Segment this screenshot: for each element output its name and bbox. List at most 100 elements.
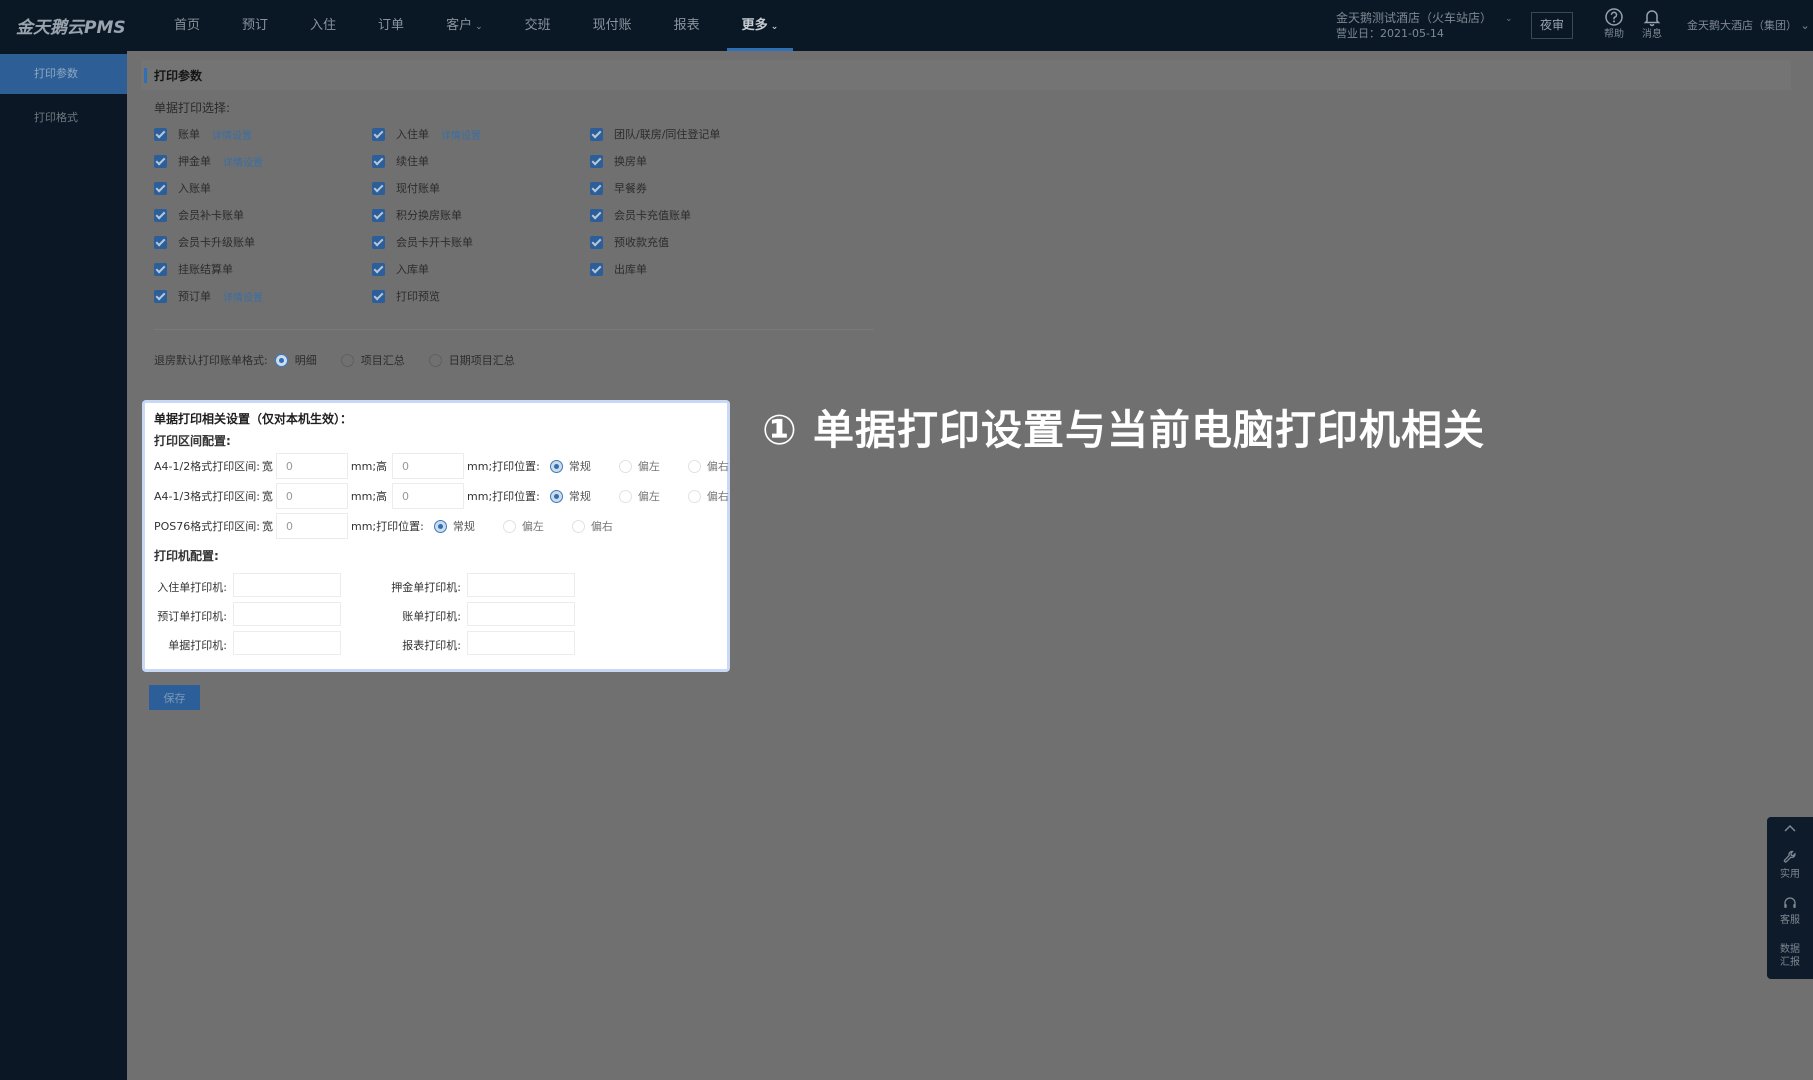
radio-left[interactable] bbox=[618, 459, 632, 473]
checkbox-checked-icon[interactable] bbox=[154, 181, 167, 195]
checkbox-checked-icon[interactable] bbox=[154, 262, 167, 276]
headset-icon bbox=[1784, 897, 1796, 908]
radio-left[interactable] bbox=[502, 519, 516, 533]
checkbox-checked-icon[interactable] bbox=[590, 208, 603, 222]
panel-title: 单据打印相关设置（仅对本机生效）： bbox=[154, 412, 353, 426]
radio-date-item-summary[interactable] bbox=[428, 353, 442, 367]
business-date: 营业日：2021-05-14 bbox=[1336, 27, 1444, 40]
nav-reservation[interactable]: 预订 bbox=[221, 0, 289, 51]
nav-more[interactable]: 更多 ⌄ bbox=[721, 0, 800, 51]
service-button[interactable]: 客服 bbox=[1767, 895, 1813, 926]
reservation-printer-label: 预订单打印机: bbox=[157, 610, 227, 623]
nav-orders[interactable]: 订单 bbox=[357, 0, 425, 51]
checkbox-checked-icon[interactable] bbox=[590, 262, 603, 276]
checkbox-prepaid-recharge[interactable]: 预收款充值 bbox=[590, 234, 669, 250]
radio-right[interactable] bbox=[687, 489, 701, 503]
group-selector[interactable]: 金天鹅大酒店（集团） ⌄ bbox=[1687, 17, 1810, 33]
radio-normal[interactable] bbox=[433, 519, 447, 533]
save-button[interactable]: 保存 bbox=[149, 685, 200, 710]
checkbox-stock-out[interactable]: 出库单 bbox=[590, 261, 647, 277]
a4-third-height-input[interactable] bbox=[392, 483, 465, 509]
radio-normal[interactable] bbox=[549, 489, 563, 503]
checkbox-checked-icon[interactable] bbox=[590, 127, 603, 141]
checkbox-checked-icon[interactable] bbox=[372, 181, 385, 195]
checkbox-member-recharge[interactable]: 会员卡充值账单 bbox=[590, 207, 691, 223]
sidebar: 打印参数 打印格式 bbox=[0, 51, 127, 1080]
checkbox-group-registration[interactable]: 团队/联房/同住登记单 bbox=[590, 126, 720, 142]
deposit-printer-label: 押金单打印机: bbox=[391, 581, 461, 594]
bill-printer-select[interactable] bbox=[467, 602, 575, 626]
nav-customers[interactable]: 客户 ⌄ bbox=[425, 0, 504, 51]
data-report-button[interactable]: 数据 汇报 bbox=[1767, 943, 1813, 969]
printer-config-title: 打印机配置: bbox=[154, 549, 219, 563]
a4-half-width-input[interactable] bbox=[275, 453, 348, 479]
checkbox-extend-stay[interactable]: 续住单 bbox=[372, 153, 429, 169]
radio-left[interactable] bbox=[618, 489, 632, 503]
tools-button[interactable]: 实用 bbox=[1767, 849, 1813, 880]
nav-reports[interactable]: 报表 bbox=[653, 0, 721, 51]
document-printer-select[interactable] bbox=[233, 631, 341, 655]
radio-detail[interactable] bbox=[274, 353, 288, 367]
checkbox-checked-icon[interactable] bbox=[372, 235, 385, 249]
checkbox-checked-icon[interactable] bbox=[154, 289, 167, 303]
report-printer-label: 报表打印机: bbox=[402, 639, 461, 652]
collapse-button[interactable] bbox=[1767, 823, 1813, 833]
a4-half-height-input[interactable] bbox=[392, 453, 465, 479]
chevron-down-icon[interactable]: ⌄ bbox=[1505, 14, 1513, 24]
pos76-width-input[interactable] bbox=[275, 513, 348, 539]
checkbox-cash-bill[interactable]: 现付账单 bbox=[372, 180, 440, 196]
checkbox-print-preview[interactable]: 打印预览 bbox=[372, 288, 440, 304]
section-accent-bar bbox=[144, 68, 147, 83]
checkbox-breakfast[interactable]: 早餐券 bbox=[590, 180, 647, 196]
checkbox-member-upgrade[interactable]: 会员卡升级账单 bbox=[154, 234, 255, 250]
sidebar-item-print-params[interactable]: 打印参数 bbox=[0, 54, 127, 94]
detail-settings-link[interactable]: 详情设置 bbox=[441, 127, 481, 142]
checkbox-checked-icon[interactable] bbox=[590, 181, 603, 195]
detail-settings-link[interactable]: 详情设置 bbox=[223, 154, 263, 169]
checkbox-member-open[interactable]: 会员卡开卡账单 bbox=[372, 234, 473, 250]
checkbox-credit-settlement[interactable]: 挂账结算单 bbox=[154, 261, 233, 277]
night-audit-button[interactable]: 夜审 bbox=[1531, 12, 1573, 39]
checkbox-deposit[interactable]: 押金单 详情设置 bbox=[154, 153, 263, 169]
nav-home[interactable]: 首页 bbox=[153, 0, 221, 51]
top-navbar: 金天鹅云PMS 首页 预订 入住 订单 客户 ⌄ 交班 现付账 报表 更多 ⌄ 金天… bbox=[0, 0, 1813, 51]
checkbox-stock-in[interactable]: 入库单 bbox=[372, 261, 429, 277]
checkbox-reservation[interactable]: 预订单 详情设置 bbox=[154, 288, 263, 304]
detail-settings-link[interactable]: 详情设置 bbox=[212, 127, 252, 142]
sidebar-item-print-format[interactable]: 打印格式 bbox=[0, 98, 127, 138]
nav-cash-account[interactable]: 现付账 bbox=[572, 0, 653, 51]
checkbox-checked-icon[interactable] bbox=[154, 127, 167, 141]
checkbox-member-reissue[interactable]: 会员补卡账单 bbox=[154, 207, 244, 223]
checkbox-checked-icon[interactable] bbox=[154, 154, 167, 168]
checkbox-points-exchange[interactable]: 积分换房账单 bbox=[372, 207, 462, 223]
radio-right[interactable] bbox=[687, 459, 701, 473]
checkbox-posting[interactable]: 入账单 bbox=[154, 180, 211, 196]
report-printer-select[interactable] bbox=[467, 631, 575, 655]
reservation-printer-select[interactable] bbox=[233, 602, 341, 626]
nav-shift[interactable]: 交班 bbox=[504, 0, 572, 51]
checkbox-checked-icon[interactable] bbox=[372, 208, 385, 222]
document-printer-label: 单据打印机: bbox=[168, 639, 227, 652]
checkbox-room-change[interactable]: 换房单 bbox=[590, 153, 647, 169]
radio-normal[interactable] bbox=[549, 459, 563, 473]
checkbox-checked-icon[interactable] bbox=[590, 235, 603, 249]
deposit-printer-select[interactable] bbox=[467, 573, 575, 597]
radio-item-summary[interactable] bbox=[340, 353, 354, 367]
radio-right[interactable] bbox=[571, 519, 585, 533]
checkbox-checked-icon[interactable] bbox=[154, 235, 167, 249]
message-button[interactable]: 消息 bbox=[1638, 7, 1666, 41]
help-button[interactable]: 帮助 bbox=[1600, 7, 1628, 41]
checkbox-checkin[interactable]: 入住单 详情设置 bbox=[372, 126, 481, 142]
checkbox-bill[interactable]: 账单 详情设置 bbox=[154, 126, 252, 142]
checkin-printer-select[interactable] bbox=[233, 573, 341, 597]
nav-checkin[interactable]: 入住 bbox=[289, 0, 357, 51]
checkbox-checked-icon[interactable] bbox=[154, 208, 167, 222]
a4-third-width-input[interactable] bbox=[275, 483, 348, 509]
checkbox-checked-icon[interactable] bbox=[372, 127, 385, 141]
checkbox-checked-icon[interactable] bbox=[372, 154, 385, 168]
hotel-selector[interactable]: 金天鹅测试酒店（火车站店） 营业日：2021-05-14 bbox=[1336, 10, 1492, 42]
detail-settings-link[interactable]: 详情设置 bbox=[223, 289, 263, 304]
checkbox-checked-icon[interactable] bbox=[372, 289, 385, 303]
checkbox-checked-icon[interactable] bbox=[372, 262, 385, 276]
checkbox-checked-icon[interactable] bbox=[590, 154, 603, 168]
